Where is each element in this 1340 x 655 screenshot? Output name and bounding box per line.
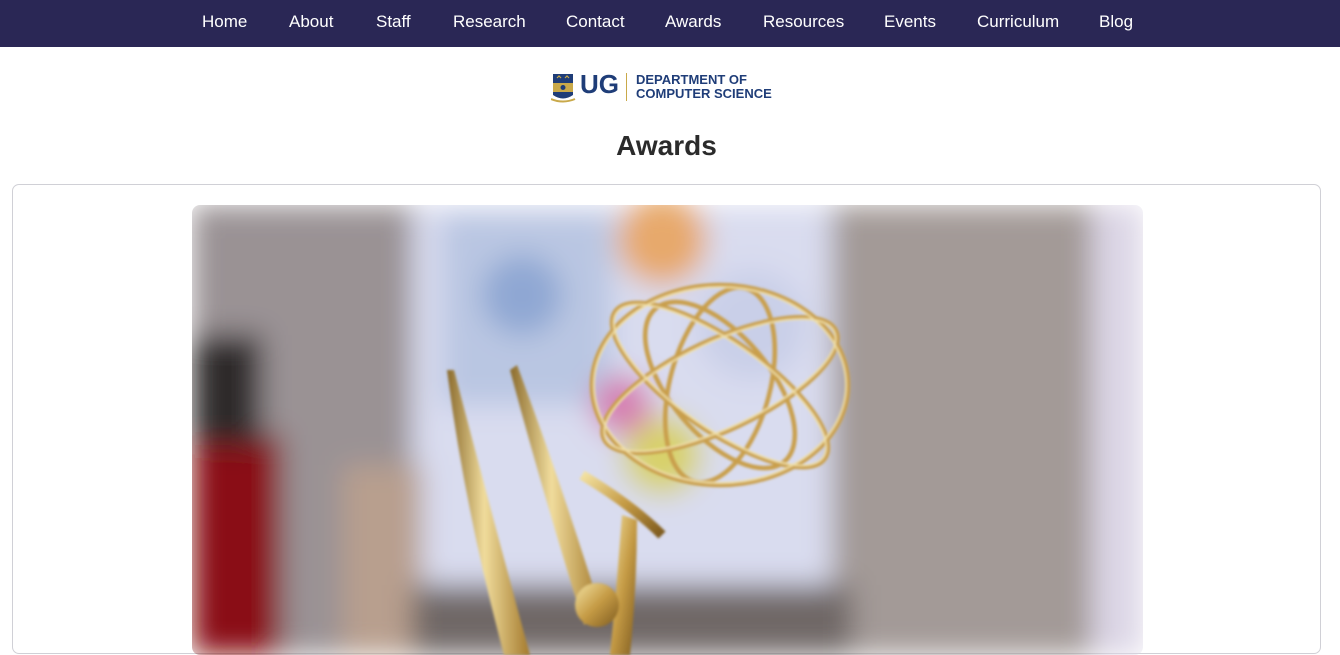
nav-link-research[interactable]: Research — [453, 0, 526, 47]
nav-link-staff[interactable]: Staff — [376, 0, 411, 47]
award-photo — [192, 205, 1143, 655]
nav-link-awards[interactable]: Awards — [665, 0, 721, 47]
nav-link-about[interactable]: About — [289, 0, 333, 47]
department-logo[interactable]: UG DEPARTMENT OF COMPUTER SCIENCE — [551, 69, 781, 106]
logo-text-line1: DEPARTMENT OF — [636, 72, 747, 87]
logo-mark: UG — [580, 69, 619, 99]
nav-link-curriculum[interactable]: Curriculum — [977, 0, 1059, 47]
logo-text-line2: COMPUTER SCIENCE — [636, 86, 772, 101]
page-title: Awards — [616, 130, 717, 161]
nav-link-contact[interactable]: Contact — [566, 0, 625, 47]
logo-divider — [626, 73, 627, 101]
nav-link-events[interactable]: Events — [884, 0, 936, 47]
award-card — [12, 184, 1321, 655]
crest-icon — [551, 74, 576, 103]
nav-link-blog[interactable]: Blog — [1099, 0, 1133, 47]
top-navbar: Home About Staff Research Contact Awards… — [0, 0, 1340, 47]
nav-link-resources[interactable]: Resources — [763, 0, 844, 47]
emmy-trophy-image — [192, 205, 1143, 655]
nav-link-home[interactable]: Home — [202, 0, 247, 47]
